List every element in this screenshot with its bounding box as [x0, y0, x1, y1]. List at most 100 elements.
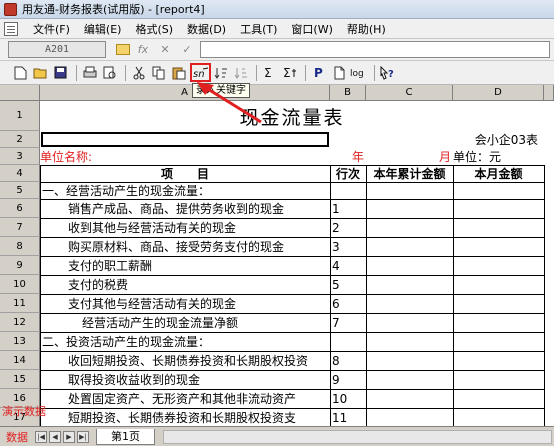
menu-edit[interactable]: 编辑(E) [77, 21, 129, 37]
cell-month[interactable] [453, 332, 544, 351]
cell-month[interactable] [453, 237, 544, 256]
cell-line-no[interactable]: 3 [330, 237, 366, 256]
cell-item[interactable]: 经营活动产生的现金流量净额 [40, 313, 330, 332]
print-preview-icon[interactable] [101, 64, 118, 81]
row-header[interactable]: 2 [0, 131, 40, 148]
open-icon[interactable] [32, 64, 49, 81]
cell-ytd[interactable] [366, 199, 453, 218]
cell-month[interactable] [453, 275, 544, 294]
print-icon[interactable] [81, 64, 98, 81]
row-header[interactable]: 14 [0, 351, 40, 370]
header-line-no[interactable]: 行次 [330, 165, 366, 182]
cut-icon[interactable] [130, 64, 147, 81]
row-header[interactable]: 5 [0, 182, 40, 199]
cell-ytd[interactable] [366, 351, 453, 370]
cell-item[interactable]: 支付的税费 [40, 275, 330, 294]
row-header[interactable]: 10 [0, 275, 40, 294]
cell-month[interactable] [453, 182, 544, 199]
cell-ytd[interactable] [366, 370, 453, 389]
cell-reference-box[interactable]: A201 [8, 41, 106, 58]
log-icon[interactable]: log [350, 64, 367, 81]
help-icon[interactable]: ? [379, 64, 396, 81]
cell-item[interactable]: 处置固定资产、无形资产和其他非流动资产 [40, 389, 330, 408]
header-month-amount[interactable]: 本月金额 [453, 165, 544, 182]
cell-item[interactable]: 收回短期投资、长期债券投资和长期股权投资 [40, 351, 330, 370]
cell-month[interactable] [453, 408, 544, 426]
menu-data[interactable]: 数据(D) [180, 21, 233, 37]
row-header[interactable]: 9 [0, 256, 40, 275]
cell-month[interactable] [453, 389, 544, 408]
menu-window[interactable]: 窗口(W) [284, 21, 339, 37]
cell-item[interactable]: 一、经营活动产生的现金流量： [40, 182, 330, 199]
sheet-tab-page1[interactable]: 第1页 [96, 428, 155, 445]
menu-format[interactable]: 格式(S) [128, 21, 180, 37]
cell-line-no[interactable]: 11 [330, 408, 366, 426]
cell-line-no[interactable]: 10 [330, 389, 366, 408]
row-header[interactable]: 12 [0, 313, 40, 332]
row-header[interactable]: 13 [0, 332, 40, 351]
row-header[interactable]: 4 [0, 165, 40, 182]
header-ytd-amount[interactable]: 本年累计金额 [366, 165, 453, 182]
cell-line-no[interactable]: 7 [330, 313, 366, 332]
confirm-icon[interactable]: ✓ [178, 41, 196, 58]
cell-line-no[interactable] [330, 182, 366, 199]
keyword-entry-icon[interactable]: sn [190, 63, 211, 82]
report-title[interactable]: 现金流量表 [40, 101, 544, 131]
new-icon[interactable] [12, 64, 29, 81]
first-sheet-icon[interactable]: |◀ [35, 430, 47, 443]
cell-ytd[interactable] [366, 237, 453, 256]
save-icon[interactable] [52, 64, 69, 81]
paste-icon[interactable] [170, 64, 187, 81]
column-header-a[interactable]: A [40, 85, 330, 101]
cell-ytd[interactable] [366, 218, 453, 237]
year-label[interactable]: 年 [352, 148, 372, 165]
cell-line-no[interactable]: 9 [330, 370, 366, 389]
cell-item[interactable]: 短期投资、长期债券投资和长期股权投资支 [40, 408, 330, 426]
page-icon[interactable] [330, 64, 347, 81]
cell-ytd[interactable] [366, 408, 453, 426]
header-item[interactable]: 项 目 [40, 165, 330, 182]
cell-item[interactable]: 支付其他与经营活动有关的现金 [40, 294, 330, 313]
column-header-b[interactable]: B [330, 85, 366, 101]
calculator-icon[interactable] [116, 44, 130, 55]
last-sheet-icon[interactable]: ▶| [77, 430, 89, 443]
horizontal-scrollbar[interactable] [163, 429, 552, 444]
cell-item[interactable]: 销售产成品、商品、提供劳务收到的现金 [40, 199, 330, 218]
cell-month[interactable] [453, 218, 544, 237]
cell-ytd[interactable] [366, 182, 453, 199]
cell-ytd[interactable] [366, 256, 453, 275]
menu-tools[interactable]: 工具(T) [233, 21, 284, 37]
sort-asc-icon[interactable] [212, 64, 229, 81]
cell-month[interactable] [453, 294, 544, 313]
cell-line-no[interactable]: 5 [330, 275, 366, 294]
sum-icon[interactable]: Σ [261, 64, 278, 81]
row-header[interactable]: 11 [0, 294, 40, 313]
select-all-corner[interactable] [0, 85, 40, 101]
row-header[interactable]: 3 [0, 148, 40, 165]
spreadsheet[interactable]: A B C D 123456789101112131415161718现金流量表… [0, 85, 554, 426]
row-header[interactable]: 7 [0, 218, 40, 237]
next-sheet-icon[interactable]: ▶ [63, 430, 75, 443]
cell-ytd[interactable] [366, 332, 453, 351]
cell-month[interactable] [453, 351, 544, 370]
column-header-d[interactable]: D [453, 85, 544, 101]
cell-line-no[interactable]: 2 [330, 218, 366, 237]
cell-item[interactable]: 收到其他与经营活动有关的现金 [40, 218, 330, 237]
unit-name-label[interactable]: 单位名称: [40, 148, 160, 165]
sort-desc-icon[interactable] [232, 64, 249, 81]
column-header-c[interactable]: C [366, 85, 453, 101]
cell-month[interactable] [453, 199, 544, 218]
cell-item[interactable]: 取得投资收益收到的现金 [40, 370, 330, 389]
cell-month[interactable] [453, 370, 544, 389]
formula-input[interactable] [200, 41, 550, 58]
cell-month[interactable] [453, 256, 544, 275]
cell-item[interactable]: 二、投资活动产生的现金流量： [40, 332, 330, 351]
menu-file[interactable]: 文件(F) [26, 21, 77, 37]
cancel-icon[interactable]: ✕ [156, 41, 174, 58]
cell-line-no[interactable]: 8 [330, 351, 366, 370]
cell-ytd[interactable] [366, 275, 453, 294]
row-header[interactable]: 15 [0, 370, 40, 389]
copy-icon[interactable] [150, 64, 167, 81]
sum-rows-icon[interactable]: Σ [281, 64, 298, 81]
row-header[interactable]: 1 [0, 101, 40, 131]
